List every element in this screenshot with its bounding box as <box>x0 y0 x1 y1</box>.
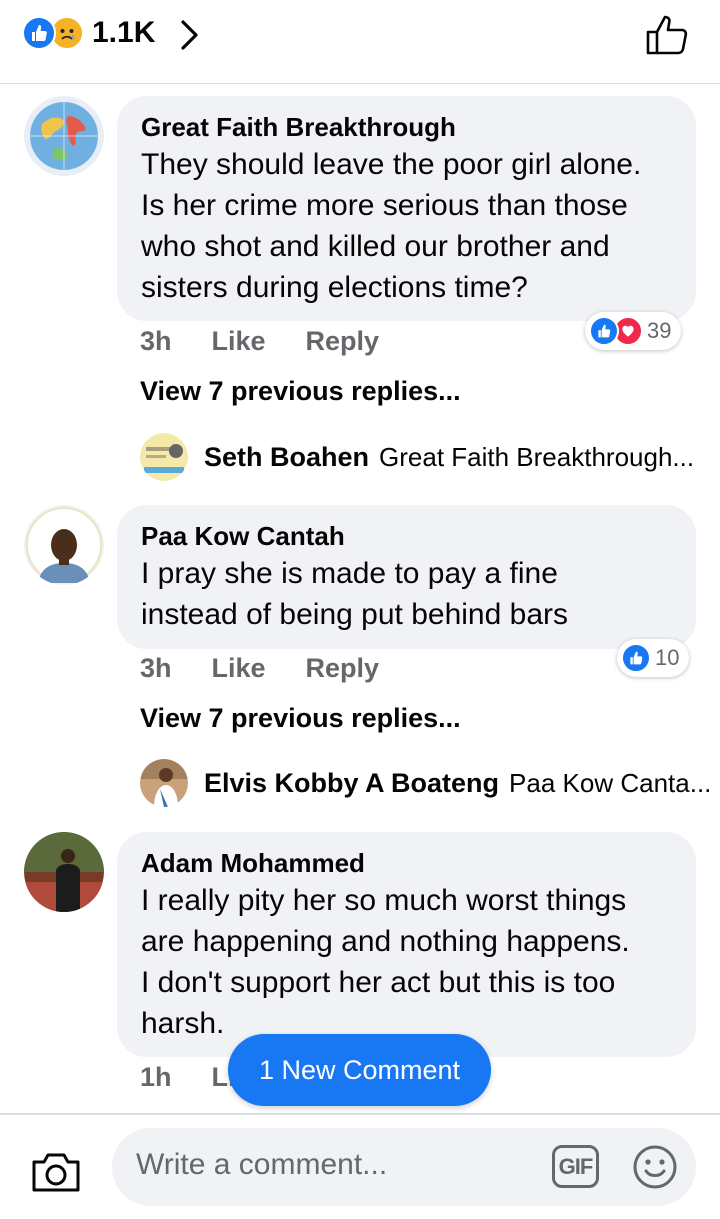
comment-text-line: who shot and killed our brother and <box>141 230 610 263</box>
comment-text-line: Is her crime more serious than those <box>141 189 628 222</box>
avatar[interactable] <box>24 832 104 912</box>
smiley-icon[interactable] <box>632 1144 678 1195</box>
reaction-count: 1.1K <box>92 16 156 49</box>
comment-time: 3h <box>140 326 172 356</box>
comment-text-line: I really pity her so much worst things <box>141 884 627 917</box>
comment-text-line: sisters during elections time? <box>141 271 528 304</box>
like-link[interactable]: Like <box>212 326 266 357</box>
reaction-number: 10 <box>655 645 680 670</box>
new-comment-button[interactable]: 1 New Comment <box>228 1034 491 1106</box>
comment-text-line: instead of being put behind bars <box>141 598 568 631</box>
reply-snippet: Great Faith Breakthrough... <box>379 441 695 472</box>
comment-text-line: I don't support her act but this is too <box>141 966 616 999</box>
comment-text-line: are happening and nothing happens. <box>141 925 630 958</box>
chevron-right-icon[interactable] <box>178 18 202 57</box>
reaction-number: 39 <box>647 318 672 343</box>
reply-link[interactable]: Reply <box>306 653 380 684</box>
gif-button[interactable]: GIF <box>552 1145 599 1188</box>
camera-icon[interactable] <box>30 1150 82 1199</box>
reply-author[interactable]: Elvis Kobby A Boateng <box>204 768 499 799</box>
comment-meta: 3h Like Reply <box>140 653 419 684</box>
comment-author[interactable]: Great Faith Breakthrough <box>141 110 672 144</box>
comment-bubble[interactable]: Paa Kow Cantah I pray she is made to pay… <box>117 505 696 649</box>
like-icon <box>621 643 651 673</box>
comment-reaction-count[interactable]: 39 <box>585 312 682 350</box>
comment-meta: 3h Like Reply <box>140 326 419 357</box>
comment-text-line: They should leave the poor girl alone. <box>141 148 642 181</box>
view-previous-replies[interactable]: View 7 previous replies... <box>140 376 461 407</box>
latest-reply[interactable]: Seth Boahen Great Faith Breakthrough... <box>140 433 694 481</box>
thumbs-up-outline-icon[interactable] <box>644 14 692 61</box>
comment-bubble[interactable]: Great Faith Breakthrough They should lea… <box>117 96 696 321</box>
reply-link[interactable]: Reply <box>306 326 380 357</box>
avatar[interactable] <box>140 433 188 481</box>
avatar[interactable] <box>24 96 104 176</box>
comment-input-placeholder[interactable]: Write a comment... <box>136 1148 387 1182</box>
comment-author[interactable]: Paa Kow Cantah <box>141 519 672 553</box>
reply-snippet: Paa Kow Canta... <box>509 767 712 798</box>
reply-author[interactable]: Seth Boahen <box>204 442 369 473</box>
comment-bubble[interactable]: Adam Mohammed I really pity her so much … <box>117 832 696 1057</box>
view-previous-replies[interactable]: View 7 previous replies... <box>140 703 461 734</box>
avatar[interactable] <box>24 505 104 585</box>
like-icon <box>22 16 56 50</box>
avatar[interactable] <box>140 759 188 807</box>
comment-text-line: I pray she is made to pay a fine <box>141 557 558 590</box>
comment-time: 1h <box>140 1062 172 1092</box>
comment-author[interactable]: Adam Mohammed <box>141 846 672 880</box>
comment-time: 3h <box>140 653 172 683</box>
like-link[interactable]: Like <box>212 653 266 684</box>
latest-reply[interactable]: Elvis Kobby A Boateng Paa Kow Canta... <box>140 759 711 807</box>
reactions-summary[interactable]: 1.1K <box>22 16 155 50</box>
reactions-header: 1.1K <box>0 0 720 84</box>
like-icon <box>589 316 619 346</box>
comment-reaction-count[interactable]: 10 <box>617 639 690 677</box>
